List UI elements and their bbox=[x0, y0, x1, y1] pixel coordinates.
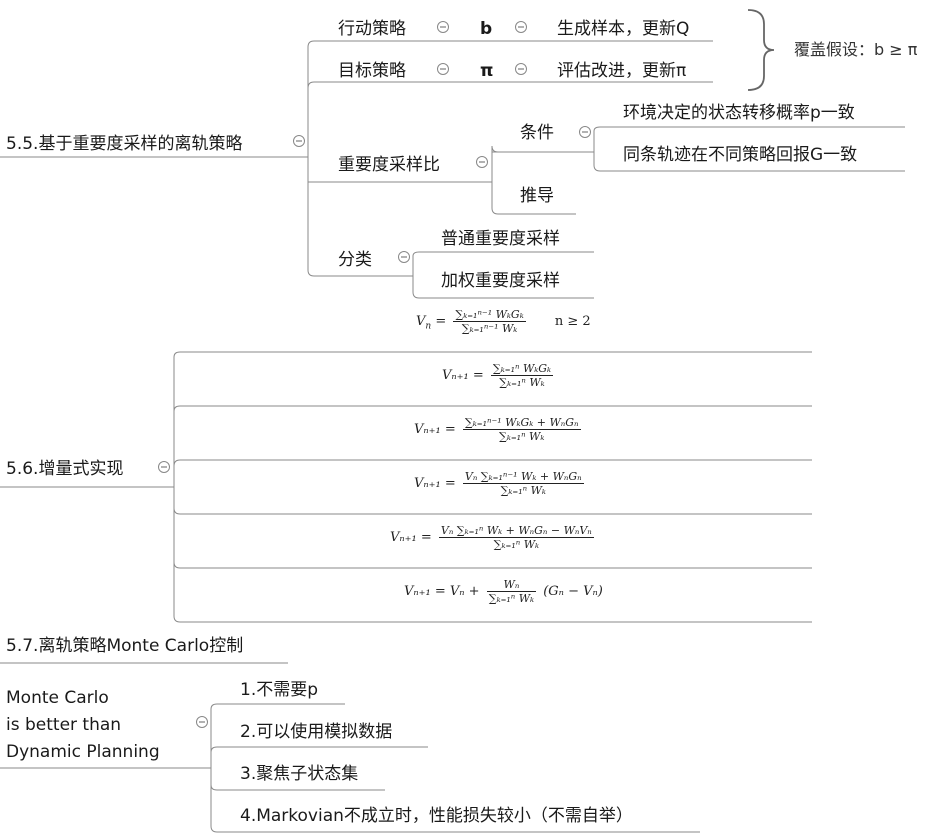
topic-5-6[interactable]: 5.6.增量式实现 bbox=[6, 458, 123, 480]
mc-title-line-3[interactable]: Dynamic Planning bbox=[6, 741, 160, 763]
condition-2-node[interactable]: 同条轨迹在不同策略回报G一致 bbox=[623, 144, 857, 166]
target-symbol-node[interactable]: π bbox=[480, 60, 493, 82]
formula-2[interactable]: Vₙ₊₁ = ∑ₖ₌₁ⁿ⁻¹ WₖGₖ + WₙGₙ ∑ₖ₌₁ⁿ Wₖ bbox=[414, 416, 584, 443]
formula-5[interactable]: Vₙ₊₁ = Vₙ + Wₙ ∑ₖ₌₁ⁿ Wₖ (Gₙ − Vₙ) bbox=[404, 578, 603, 605]
collapse-icon[interactable] bbox=[437, 63, 449, 75]
curly-brace bbox=[747, 9, 775, 91]
behavior-desc-node[interactable]: 生成样本，更新Q bbox=[557, 18, 689, 40]
topic-5-7[interactable]: 5.7.离轨策略Monte Carlo控制 bbox=[6, 635, 243, 657]
derivation-node[interactable]: 推导 bbox=[520, 185, 554, 207]
formula-0[interactable]: Vn = ∑ₖ₌₁ⁿ⁻¹ WₖGₖ ∑ₖ₌₁ⁿ⁻¹ Wₖ n ≥ 2 bbox=[416, 308, 591, 335]
mc-title-line-1[interactable]: Monte Carlo bbox=[6, 687, 109, 709]
collapse-icon[interactable] bbox=[196, 716, 208, 728]
mc-item-2[interactable]: 2.可以使用模拟数据 bbox=[240, 721, 392, 743]
formula-3[interactable]: Vₙ₊₁ = Vₙ ∑ₖ₌₁ⁿ⁻¹ Wₖ + WₙGₙ ∑ₖ₌₁ⁿ Wₖ bbox=[414, 470, 587, 497]
collapse-icon[interactable] bbox=[515, 21, 527, 33]
collapse-icon[interactable] bbox=[158, 461, 170, 473]
formula-4[interactable]: Vₙ₊₁ = Vₙ ∑ₖ₌₁ⁿ Wₖ + WₙGₙ − WₙVₙ ∑ₖ₌₁ⁿ Wₖ bbox=[390, 524, 597, 551]
collapse-icon[interactable] bbox=[579, 126, 591, 138]
collapse-icon[interactable] bbox=[476, 156, 488, 168]
collapse-icon[interactable] bbox=[398, 251, 410, 263]
condition-1-node[interactable]: 环境决定的状态转移概率p一致 bbox=[623, 102, 855, 124]
mc-item-4[interactable]: 4.Markovian不成立时，性能损失较小（不需自举） bbox=[240, 805, 633, 827]
collapse-icon[interactable] bbox=[515, 63, 527, 75]
collapse-icon[interactable] bbox=[293, 135, 305, 147]
importance-ratio-node[interactable]: 重要度采样比 bbox=[338, 154, 440, 176]
topic-5-5[interactable]: 5.5.基于重要度采样的离轨策略 bbox=[6, 133, 242, 155]
mc-item-3[interactable]: 3.聚焦子状态集 bbox=[240, 763, 358, 785]
behavior-symbol-node[interactable]: b bbox=[480, 18, 492, 40]
weighted-is-node[interactable]: 加权重要度采样 bbox=[441, 270, 560, 292]
target-desc-node[interactable]: 评估改进，更新π bbox=[557, 60, 686, 82]
mc-item-1[interactable]: 1.不需要p bbox=[240, 679, 318, 701]
condition-node[interactable]: 条件 bbox=[520, 122, 554, 144]
target-policy-node[interactable]: 目标策略 bbox=[338, 60, 406, 82]
mc-title-line-2[interactable]: is better than bbox=[6, 714, 121, 736]
classification-node[interactable]: 分类 bbox=[338, 249, 372, 271]
coverage-assumption-label: 覆盖假设：b ≥ π bbox=[794, 40, 918, 59]
collapse-icon[interactable] bbox=[437, 21, 449, 33]
formula-1[interactable]: Vₙ₊₁ = ∑ₖ₌₁ⁿ WₖGₖ ∑ₖ₌₁ⁿ Wₖ bbox=[442, 362, 556, 389]
ordinary-is-node[interactable]: 普通重要度采样 bbox=[441, 228, 560, 250]
behavior-policy-node[interactable]: 行动策略 bbox=[338, 18, 406, 40]
